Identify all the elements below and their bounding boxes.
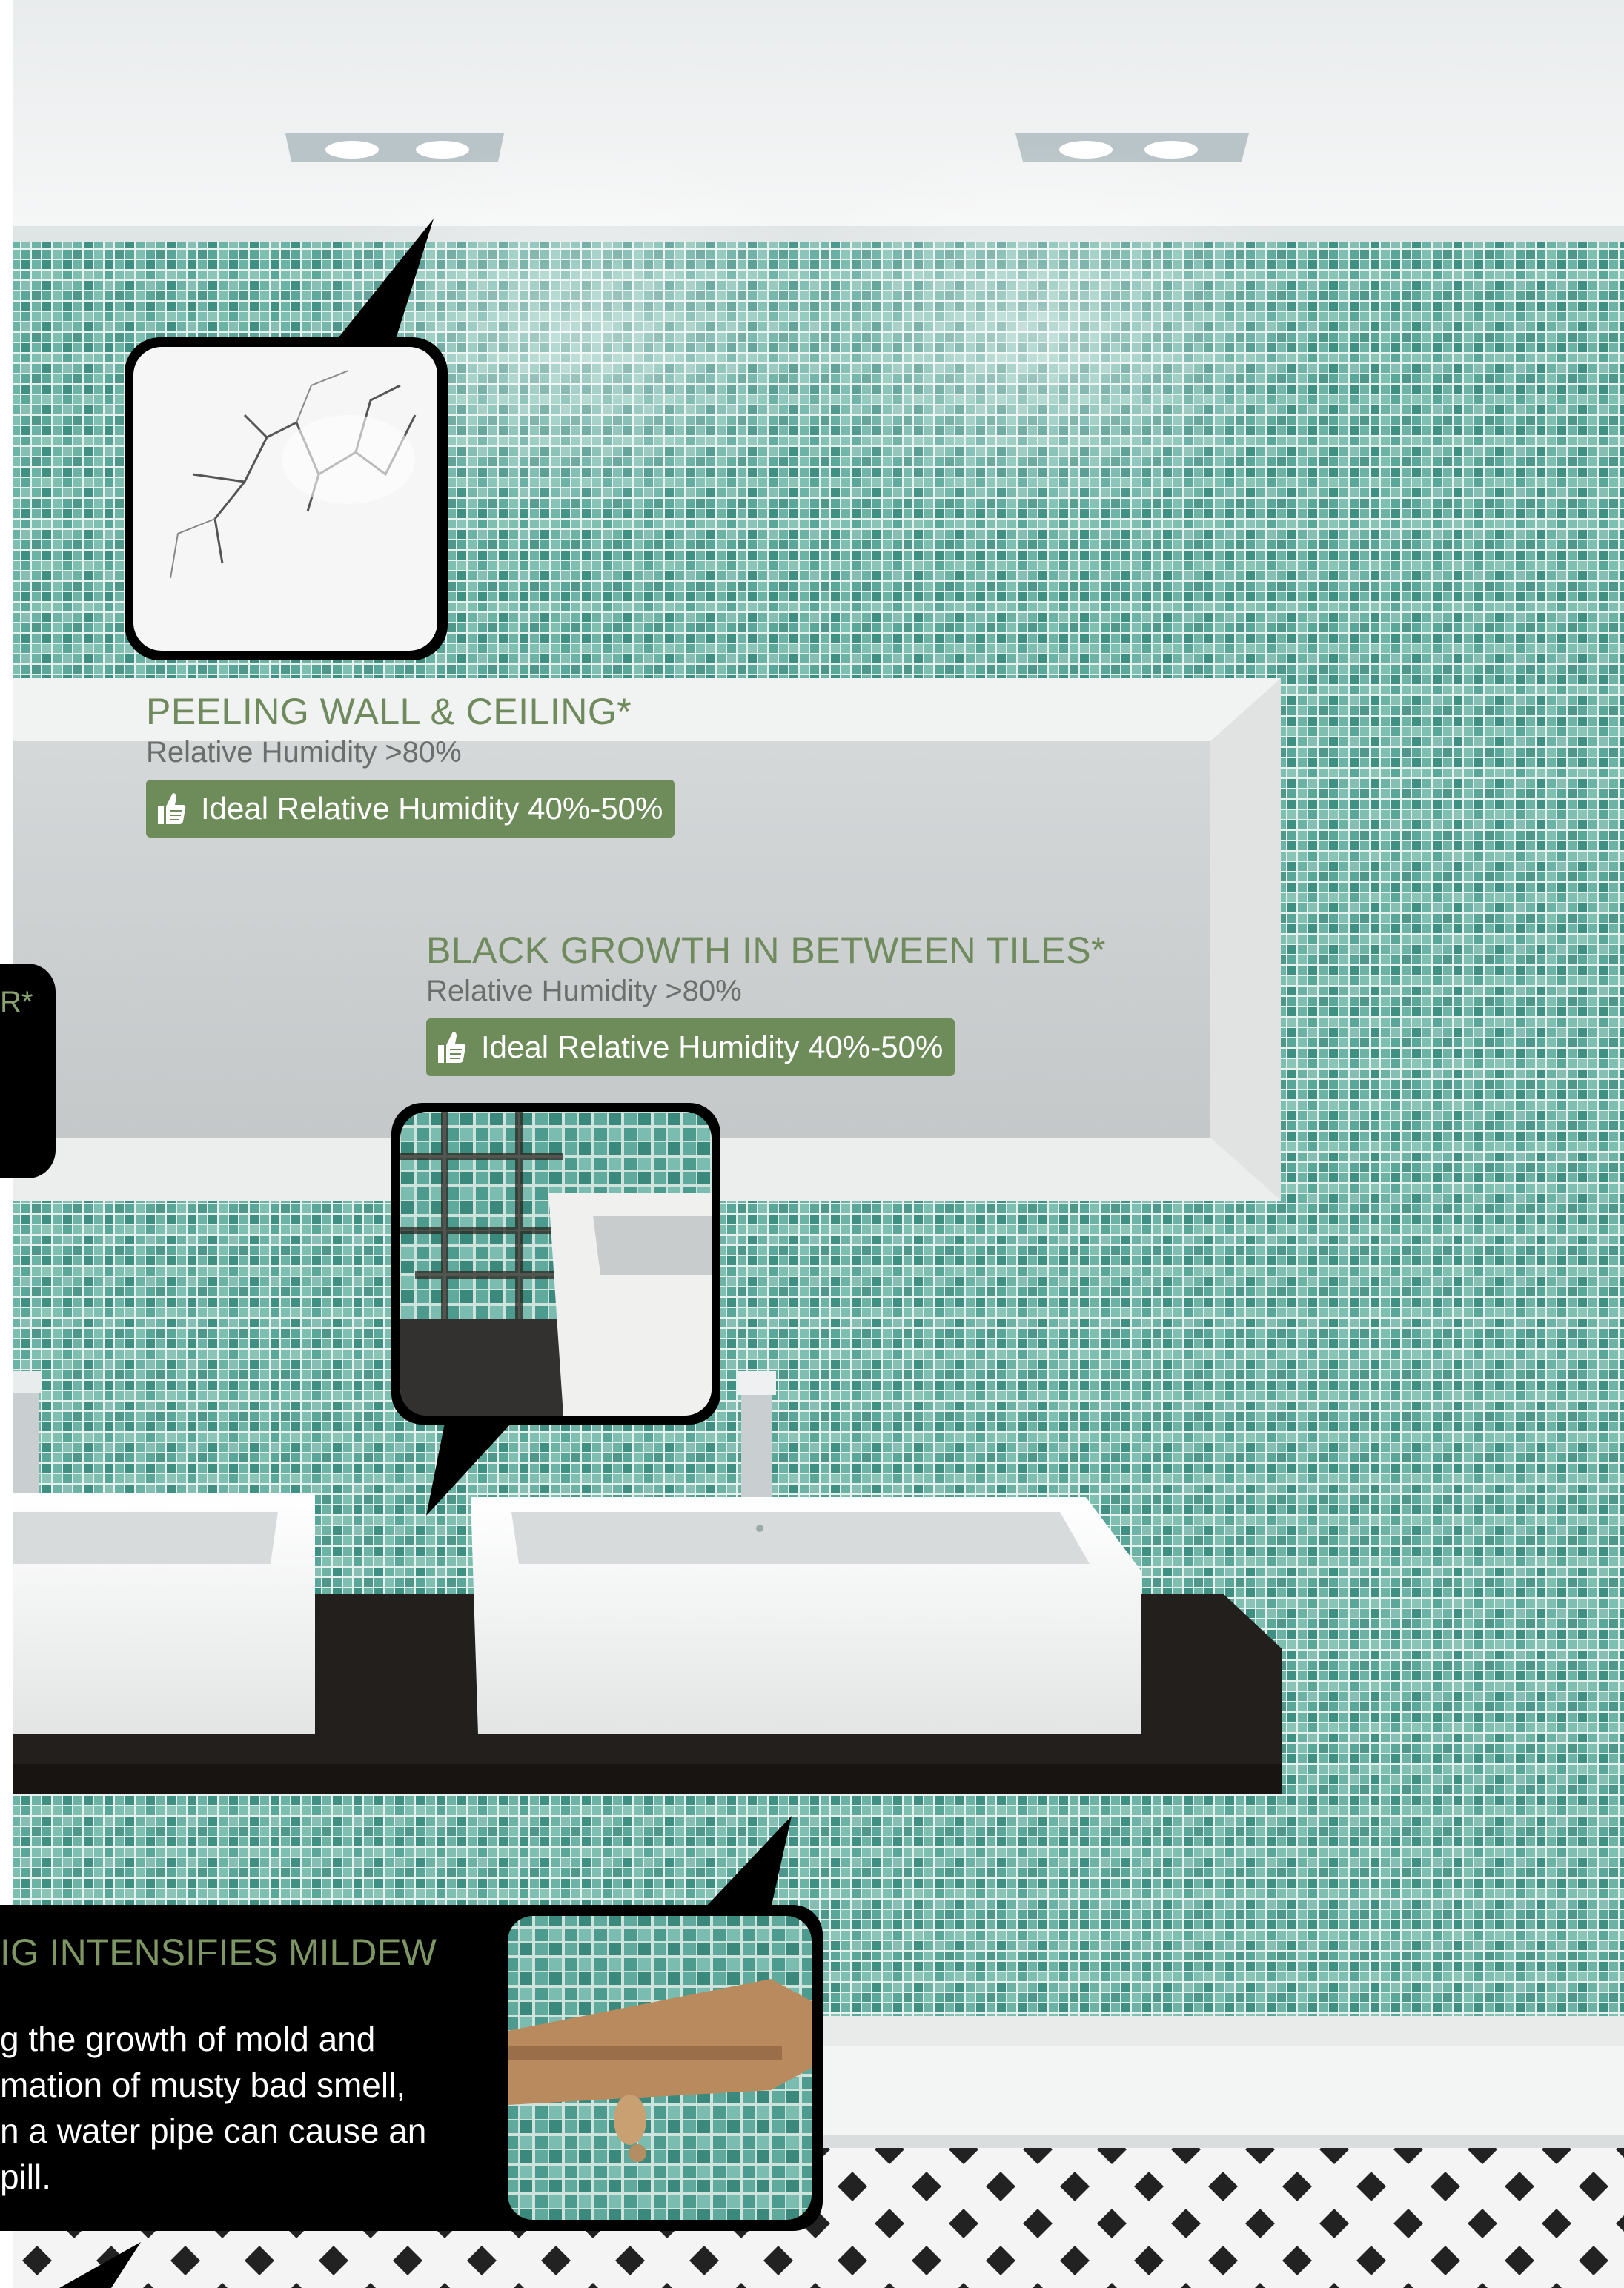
ideal-humidity-label: Ideal Relative Humidity 40%-50% xyxy=(481,1029,944,1064)
mildew-line: n a water pipe can cause an xyxy=(0,2112,427,2150)
black-growth-info: BLACK GROWTH IN BETWEEN TILES* Relative … xyxy=(426,928,1106,1076)
thumbs-up-icon xyxy=(158,793,186,824)
mildew-title: IG INTENSIFIES MILDEW xyxy=(0,1931,437,1973)
faucet-right xyxy=(738,1371,776,1501)
mildew-line: g the growth of mold and xyxy=(0,2020,376,2058)
sink-left xyxy=(13,1493,315,1734)
sink-right xyxy=(471,1497,1141,1734)
peeling-wall-info: PEELING WALL & CEILING* Relative Humidit… xyxy=(146,689,675,838)
ceiling xyxy=(13,0,1624,241)
offscreen-callout-label: R* xyxy=(0,986,33,1018)
faucet-left xyxy=(13,1371,42,1501)
black-growth-humidity: Relative Humidity >80% xyxy=(426,975,742,1007)
black-growth-title: BLACK GROWTH IN BETWEEN TILES* xyxy=(426,929,1107,971)
ideal-humidity-label: Ideal Relative Humidity 40%-50% xyxy=(201,791,663,826)
ideal-humidity-badge: Ideal Relative Humidity 40%-50% xyxy=(426,1018,955,1076)
thumbs-up-icon xyxy=(438,1032,466,1063)
mildew-line: pill. xyxy=(0,2158,52,2196)
peeling-wall-humidity: Relative Humidity >80% xyxy=(146,736,462,769)
peeling-wall-title: PEELING WALL & CEILING* xyxy=(146,691,632,732)
mildew-line: mation of musty bad smell, xyxy=(0,2066,406,2104)
mildew-description: g the growth of mold and mation of musty… xyxy=(0,2016,489,2200)
ideal-humidity-badge: Ideal Relative Humidity 40%-50% xyxy=(146,780,675,838)
